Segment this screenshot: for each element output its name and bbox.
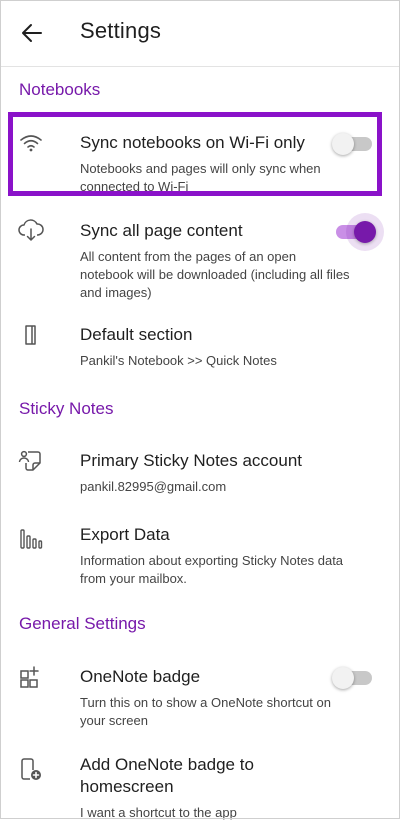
back-button[interactable] [12, 13, 52, 53]
setting-description: pankil.82995@gmail.com [80, 479, 227, 494]
setting-row-default-section[interactable]: Default section Pankil's Notebook >> Qui… [0, 316, 400, 374]
section-header-sticky-notes: Sticky Notes [19, 399, 114, 418]
setting-title: Sync all page content [80, 221, 243, 240]
sticky-note-account-icon [18, 448, 44, 474]
setting-title: OneNote badge [80, 667, 201, 686]
setting-row-sync-all-content[interactable]: Sync all page content All content from t… [0, 208, 400, 300]
setting-row-add-badge-homescreen[interactable]: Add OneNote badge to homescreen I want a… [0, 746, 400, 820]
grid-plus-icon [18, 664, 44, 690]
setting-description: Pankil's Notebook >> Quick Notes [80, 353, 277, 368]
onenote-badge-toggle[interactable] [332, 667, 372, 689]
setting-title: Primary Sticky Notes account [80, 451, 303, 470]
toggle-thumb [332, 667, 354, 689]
section-header-notebooks: Notebooks [19, 80, 101, 99]
setting-title: Add OneNote badge to homescreen [80, 755, 254, 796]
setting-description: All content from the pages of an open no… [80, 249, 350, 300]
setting-row-export-data[interactable]: Export Data Information about exporting … [0, 516, 400, 588]
section-tab-icon [18, 322, 44, 348]
page-title: Settings [80, 18, 162, 43]
arrow-left-icon [21, 23, 43, 43]
cloud-download-icon [18, 218, 44, 244]
setting-row-sync-wifi-only[interactable]: Sync notebooks on Wi-Fi only Notebooks a… [0, 120, 400, 196]
setting-description: Notebooks and pages will only sync when … [80, 161, 321, 194]
phone-add-icon [18, 756, 44, 782]
toggle-thumb [332, 133, 354, 155]
setting-description: I want a shortcut to the app [80, 805, 237, 820]
setting-title: Export Data [80, 525, 170, 544]
setting-row-onenote-badge[interactable]: OneNote badge Turn this on to show a One… [0, 658, 400, 730]
app-bar: Settings [0, 0, 400, 66]
sync-wifi-only-toggle[interactable] [332, 133, 372, 155]
toggle-thumb [354, 221, 376, 243]
export-bars-icon [18, 526, 44, 552]
setting-title: Default section [80, 325, 193, 344]
wifi-icon [18, 130, 44, 156]
setting-description: Turn this on to show a OneNote shortcut … [80, 695, 331, 728]
setting-title: Sync notebooks on Wi-Fi only [80, 133, 305, 152]
section-header-general-settings: General Settings [19, 614, 146, 633]
setting-description: Information about exporting Sticky Notes… [80, 553, 344, 586]
setting-row-primary-account[interactable]: Primary Sticky Notes account pankil.8299… [0, 442, 400, 500]
sync-all-content-toggle[interactable] [336, 213, 384, 251]
app-bar-divider [0, 66, 400, 67]
